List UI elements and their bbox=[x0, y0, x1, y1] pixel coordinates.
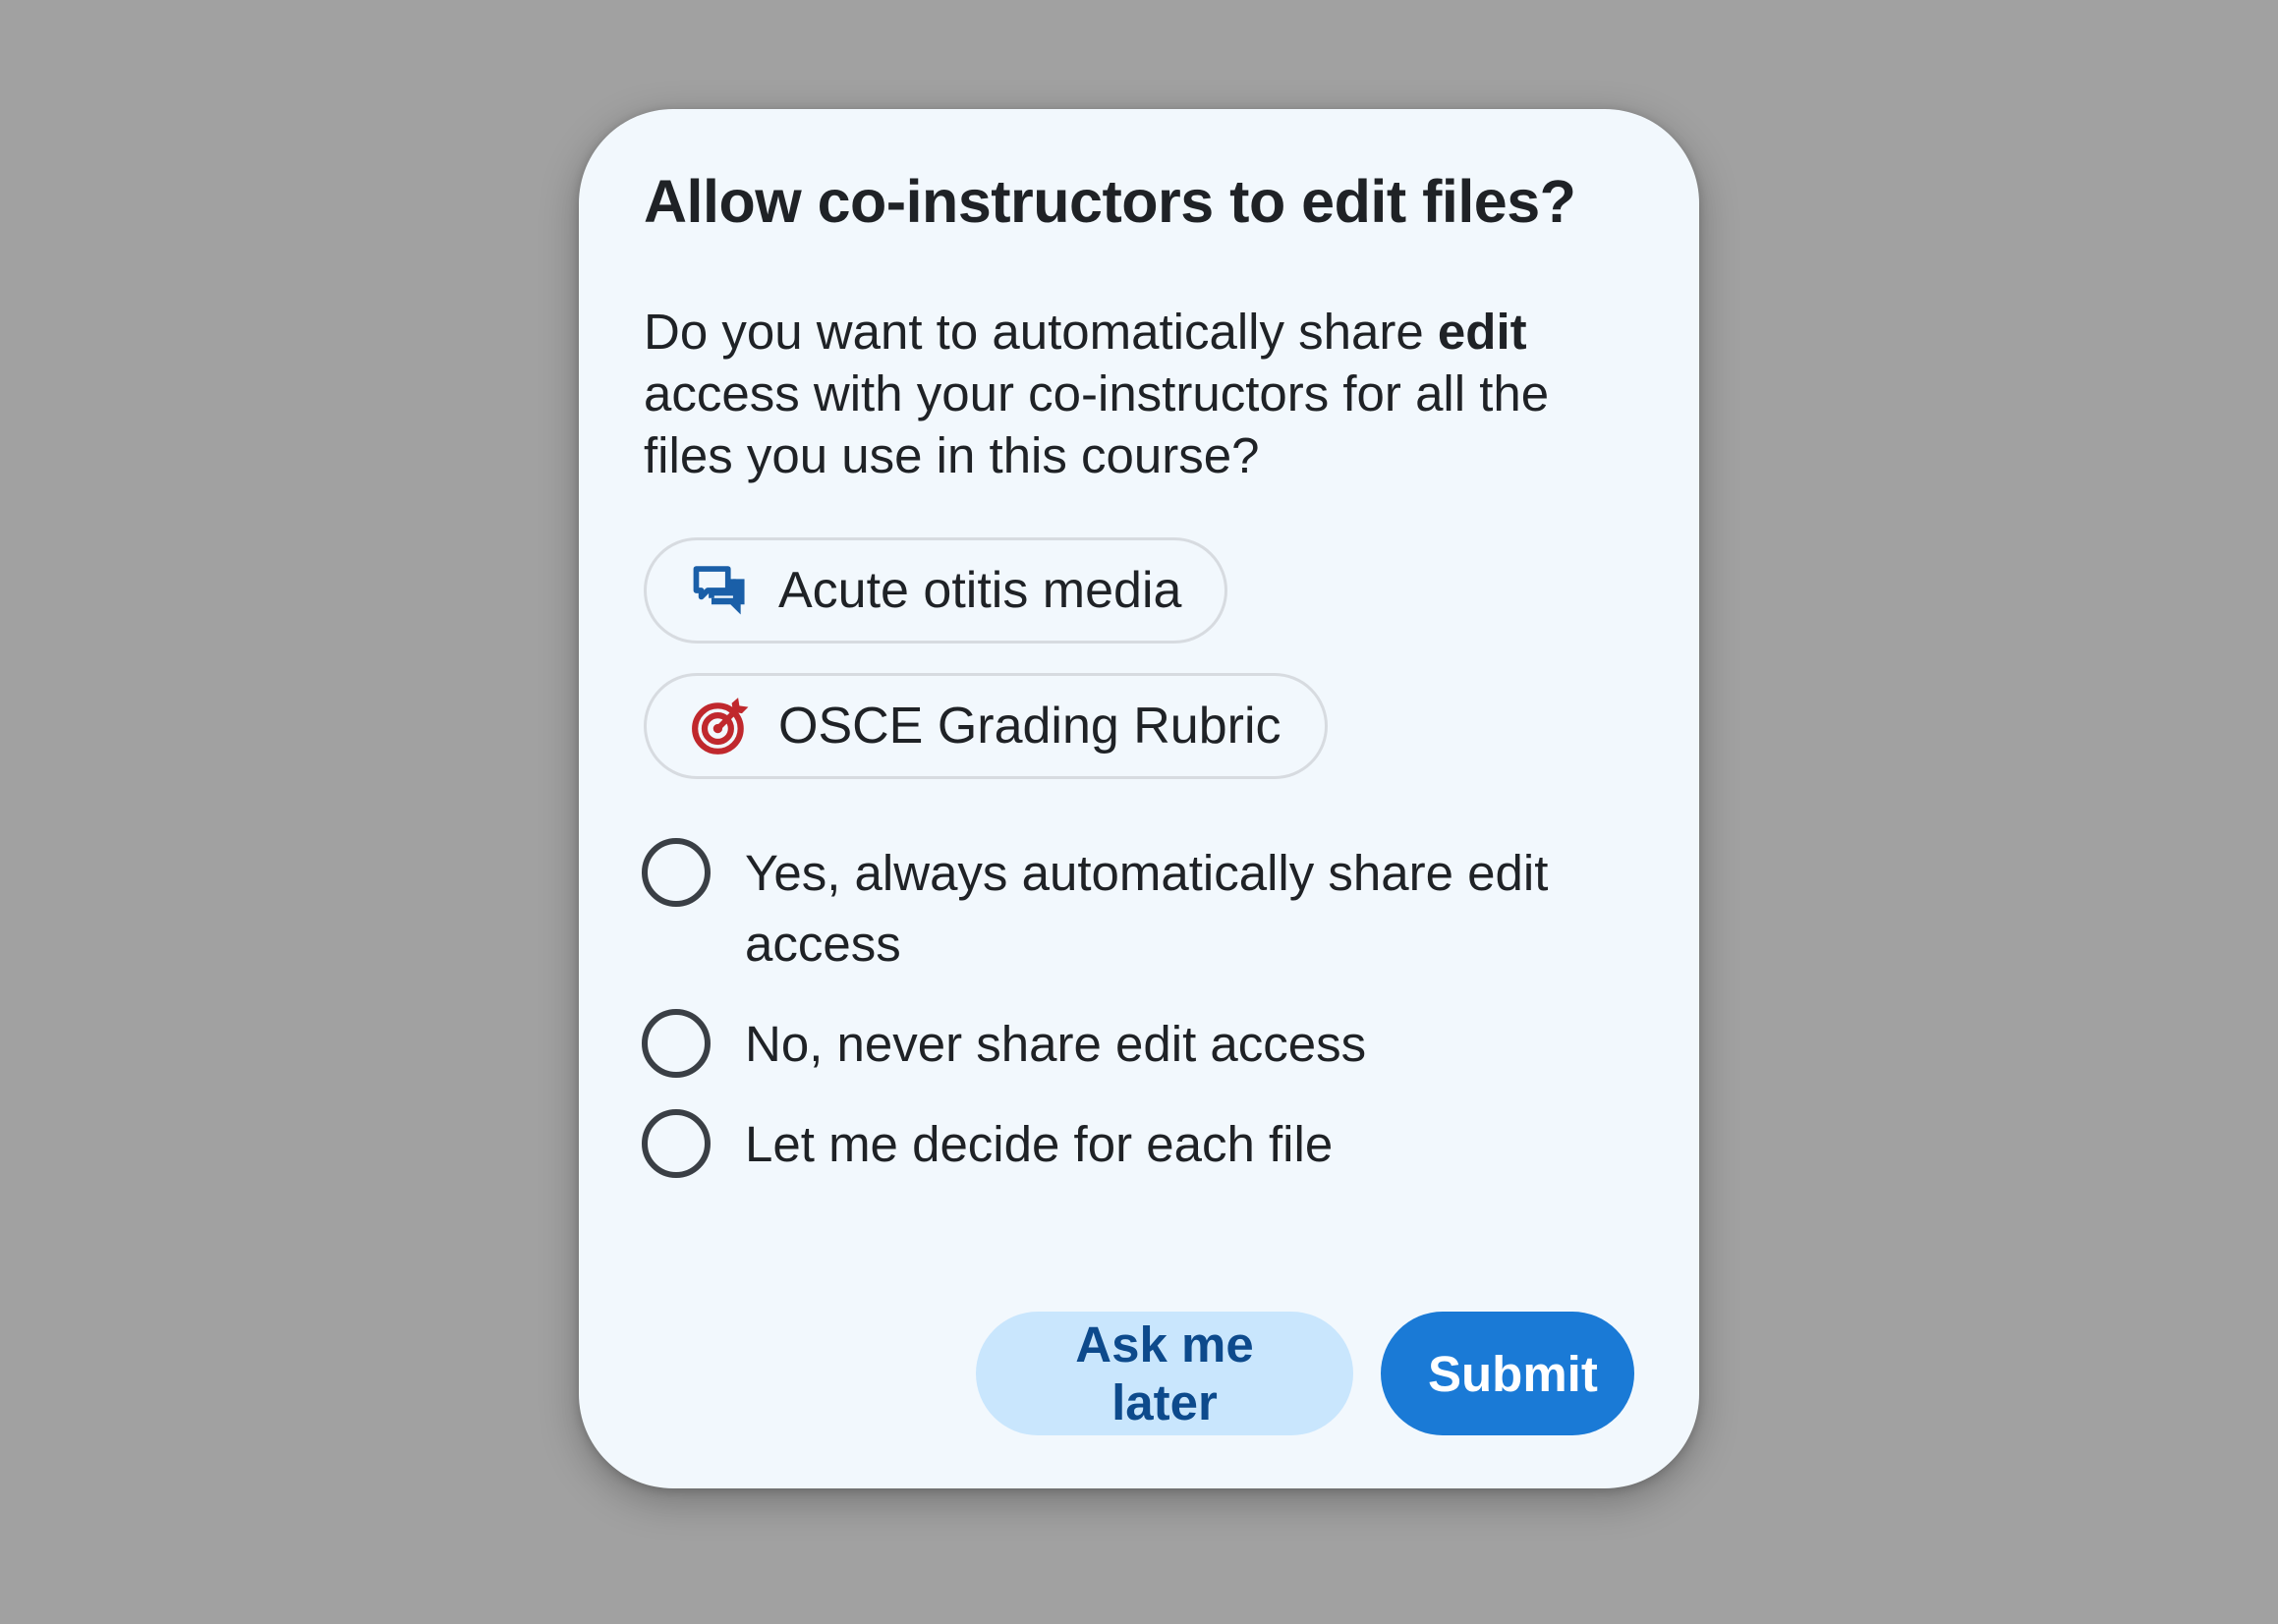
option-label: Let me decide for each file bbox=[745, 1116, 1334, 1173]
radio-button[interactable] bbox=[642, 1109, 711, 1179]
share-option-group: Yes, always automatically share edit acc… bbox=[642, 838, 1634, 1180]
file-chip-label: Acute otitis media bbox=[778, 562, 1182, 620]
file-chip-osce-grading-rubric[interactable]: OSCE Grading Rubric bbox=[644, 673, 1328, 780]
dialog-title: Allow co-instructors to edit files? bbox=[644, 168, 1576, 235]
option-label: No, never share edit access bbox=[745, 1016, 1367, 1073]
file-chip-label: OSCE Grading Rubric bbox=[778, 698, 1281, 756]
option-always-share[interactable]: Yes, always automatically share edit acc… bbox=[642, 838, 1634, 980]
description-text-bold: edit bbox=[1437, 304, 1527, 361]
file-chip-acute-otitis-media[interactable]: Acute otitis media bbox=[644, 537, 1228, 644]
dialog-actions: Ask me later Submit bbox=[976, 1312, 1634, 1435]
radio-button[interactable] bbox=[642, 838, 711, 908]
ask-me-later-button[interactable]: Ask me later bbox=[976, 1312, 1353, 1435]
share-edit-access-dialog: Allow co-instructors to edit files? Do y… bbox=[579, 109, 1699, 1488]
description-text-start: Do you want to automatically share bbox=[644, 304, 1438, 361]
radio-button[interactable] bbox=[642, 1009, 711, 1079]
target-icon bbox=[690, 696, 751, 756]
option-decide-each-file[interactable]: Let me decide for each file bbox=[642, 1109, 1634, 1180]
description-text-end: access with your co-instructors for all … bbox=[644, 365, 1550, 484]
submit-button[interactable]: Submit bbox=[1381, 1312, 1634, 1435]
option-never-share[interactable]: No, never share edit access bbox=[642, 1009, 1634, 1080]
file-chip-list: Acute otitis media OSCE Grading Rubric bbox=[644, 537, 1634, 780]
option-label: Yes, always automatically share edit acc… bbox=[745, 845, 1549, 973]
discussion-icon bbox=[690, 560, 751, 621]
dialog-description: Do you want to automatically share edit … bbox=[644, 301, 1636, 486]
